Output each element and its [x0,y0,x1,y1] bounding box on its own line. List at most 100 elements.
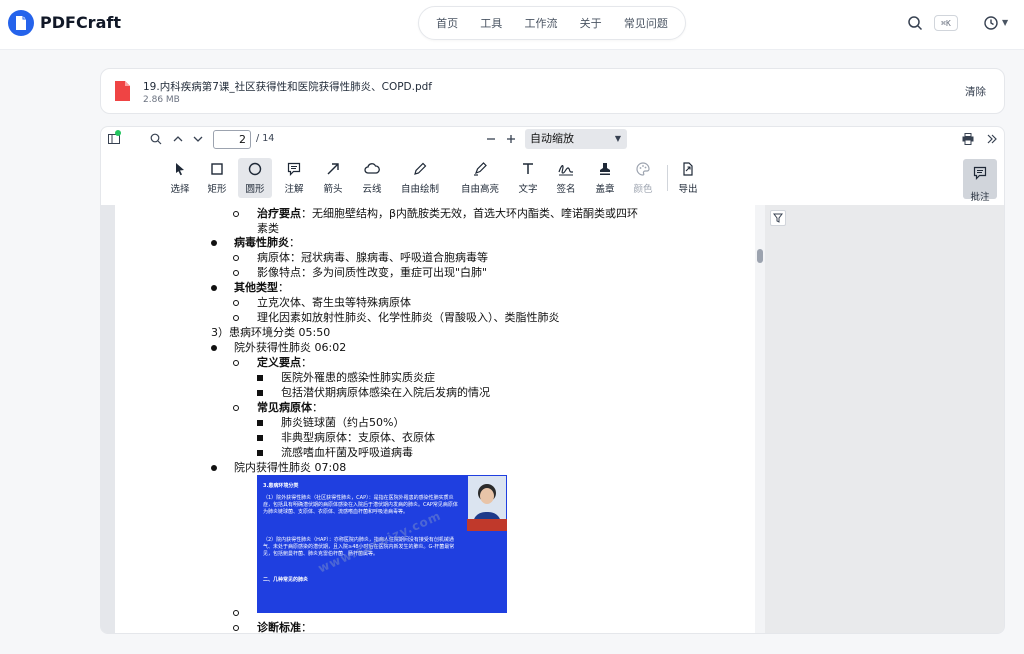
text-line: 常见病原体： [257,401,323,414]
left-gutter [101,205,115,633]
search-shortcut-badge: ⌘K [934,15,958,31]
bullet [233,315,239,321]
annotation-toolbar: 选择 矩形 圆形 注解 箭头 云线 自由绘制 自由高亮 文字 签名 盖章 颜色 … [101,155,1004,203]
bullet [233,300,239,306]
comments-icon [973,165,987,184]
file-card: 19.内科疾病第7课_社区获得性和医院获得性肺炎、COPD.pdf 2.86 M… [100,68,1005,114]
more-tools-icon[interactable] [985,132,999,146]
text-line: 3）患病环境分类 05:50 [211,326,331,339]
text-line: 病原体：冠状病毒、腺病毒、呼吸道合胞病毒等 [257,251,488,264]
history-icon[interactable] [983,15,999,31]
bullet [257,375,263,381]
zoom-in-icon[interactable] [504,132,518,146]
page-number-input[interactable]: 2 [213,130,251,149]
pencil-icon [412,161,428,177]
text-line: 诊断标准： [257,621,312,634]
print-icon[interactable] [961,132,975,146]
annotations-panel-button[interactable]: 批注 [963,159,997,203]
bullet [233,625,239,631]
comment-icon [286,161,302,177]
bullet [211,240,217,246]
pdf-viewer: 2 / 14 自动缩放 ▼ 选择 矩形 圆形 注解 箭头 云线 自由绘制 自由高… [100,126,1005,634]
page-scrollbar[interactable] [755,205,765,633]
circle-icon [247,161,263,177]
annotations-panel [765,205,1004,633]
status-dot [115,130,121,136]
bullet [233,211,239,217]
tool-comment[interactable]: 注解 [277,158,311,198]
scrollbar-thumb[interactable] [757,249,763,263]
app-name[interactable]: PDFCraft [40,13,121,32]
text-line: 影像特点：多为间质性改变，重症可出现"白肺" [257,266,488,279]
tool-circle[interactable]: 圆形 [238,158,272,198]
export-icon [680,161,696,177]
nav-item-tools[interactable]: 工具 [480,15,502,31]
toolbar-divider [667,165,668,191]
cloud-icon [364,161,380,177]
bullet [211,345,217,351]
bullet [211,285,217,291]
chevron-down-icon[interactable]: ▼ [1002,18,1008,27]
text-line: 理化因素如放射性肺炎、化学性肺炎（胃酸吸入）、类脂性肺炎 [257,311,560,324]
text-line: 定义要点： [257,356,312,369]
bullet [257,435,263,441]
arrow-icon [325,161,341,177]
app-header: PDFCraft 首页 工具 工作流 关于 常见问题 ⌘K ▼ [0,0,1024,50]
slide-caption-badge [467,519,507,531]
highlighter-icon [472,161,488,177]
file-size: 2.86 MB [143,95,180,105]
filter-icon[interactable] [770,210,786,226]
tool-select[interactable]: 选择 [163,158,197,198]
signature-icon [558,161,574,177]
clear-button[interactable]: 清除 [965,84,986,99]
pdfcraft-logo-icon[interactable] [8,10,34,36]
tool-export[interactable]: 导出 [671,158,705,198]
text-line: 素类 [257,222,279,235]
tool-signature[interactable]: 签名 [549,158,583,198]
nav-item-about[interactable]: 关于 [580,15,602,31]
zoom-value: 自动缩放 [530,132,574,145]
viewer-top-toolbar: 2 / 14 自动缩放 ▼ [101,127,1004,153]
text-line: 病毒性肺炎： [234,236,300,249]
search-icon[interactable] [907,15,923,31]
tool-freehighlight[interactable]: 自由高亮 [461,158,499,198]
text-line: 包括潜伏期病原体感染在入院后发病的情况 [281,386,490,399]
pdf-page[interactable]: 治疗要点：无细胞壁结构，β内酰胺类无效，首选大环内酯类、喹诺酮类或四环 素类 病… [115,205,755,634]
tool-color[interactable]: 颜色 [626,158,660,198]
palette-icon [635,161,651,177]
nav-item-workflow[interactable]: 工作流 [524,15,557,31]
text-line: 院内获得性肺炎 07:08 [234,461,347,474]
bullet [233,255,239,261]
zoom-out-icon[interactable] [484,132,498,146]
text-line: 治疗要点：无细胞壁结构，β内酰胺类无效，首选大环内酯类、喹诺酮类或四环 [257,207,639,220]
text-line: 非典型病原体：支原体、衣原体 [281,431,435,444]
tool-arrow[interactable]: 箭头 [316,158,350,198]
tool-text[interactable]: 文字 [511,158,545,198]
zoom-select[interactable]: 自动缩放 ▼ [525,129,627,149]
pdf-file-icon [115,81,130,101]
tool-cloud[interactable]: 云线 [355,158,389,198]
tool-stamp[interactable]: 盖章 [588,158,622,198]
tool-rectangle[interactable]: 矩形 [200,158,234,198]
bullet [211,465,217,471]
bullet [233,405,239,411]
text-line: 立克次体、寄生虫等特殊病原体 [257,296,411,309]
slide-title: 3.患病环境分类 [263,483,299,489]
find-icon[interactable] [149,132,163,146]
page-total: / 14 [256,133,275,144]
file-name: 19.内科疾病第7课_社区获得性和医院获得性肺炎、COPD.pdf [143,81,433,93]
previous-page-icon[interactable] [171,132,185,146]
tool-freehand[interactable]: 自由绘制 [401,158,439,198]
bullet [257,420,263,426]
next-page-icon[interactable] [191,132,205,146]
nav-item-faq[interactable]: 常见问题 [624,15,668,31]
text-line: 医院外罹患的感染性肺实质炎症 [281,371,435,384]
bullet [233,610,239,616]
bullet [257,390,263,396]
rectangle-icon [209,161,225,177]
text-line: 其他类型： [234,281,289,294]
text-line: 肺炎链球菌（约占50%） [281,416,405,429]
cursor-icon [172,161,188,177]
document-area: 治疗要点：无细胞壁结构，β内酰胺类无效，首选大环内酯类、喹诺酮类或四环 素类 病… [101,205,1004,634]
nav-item-home[interactable]: 首页 [436,15,458,31]
